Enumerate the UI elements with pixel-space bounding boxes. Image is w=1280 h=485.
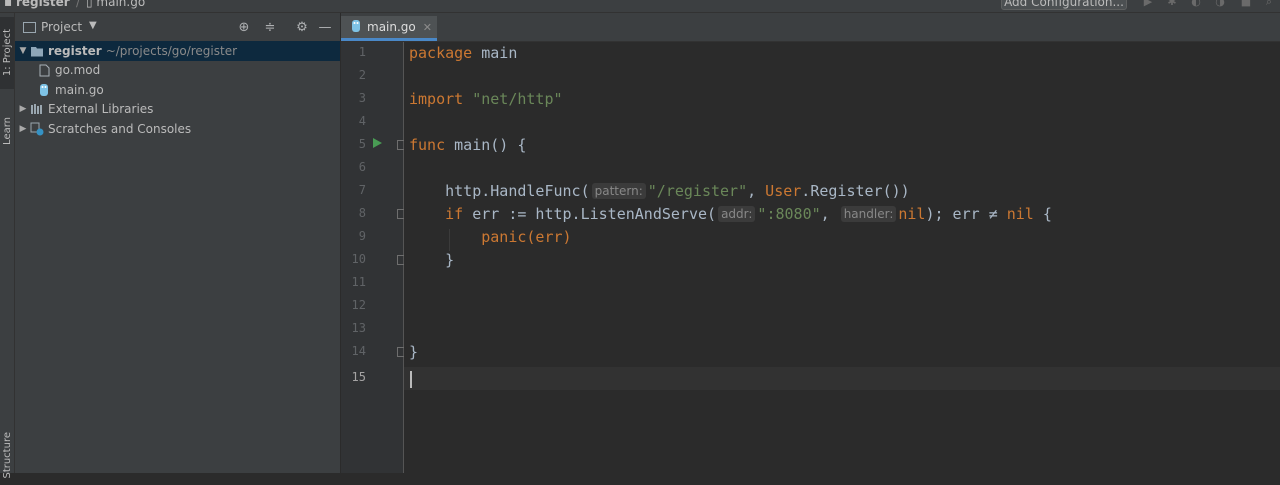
close-icon[interactable]: ✕ (423, 21, 432, 34)
line-number: 4 (358, 114, 366, 128)
tree-item-main-go[interactable]: main.go (15, 80, 340, 100)
navigation-bar: ▪ register / ▯ main.go Add Configuration… (0, 0, 1280, 13)
project-panel-header: Project ▼ ⊕ ≑ ⚙ — (15, 17, 340, 39)
line-number: 15 (351, 370, 366, 384)
gutter-line: 11 (341, 272, 403, 295)
library-icon (30, 102, 44, 116)
gutter-line: 9 (341, 226, 403, 249)
go-file-icon (351, 18, 361, 37)
line-number: 8 (358, 206, 366, 220)
tree-item-label: main.go (55, 82, 104, 97)
tool-tab-project[interactable]: 1: Project (0, 17, 14, 89)
code-line: http.HandleFunc(pattern: "/register", Use… (409, 182, 910, 200)
tree-item-go-mod[interactable]: go.mod (15, 61, 340, 81)
gutter-line: 6 (341, 157, 403, 180)
parameter-hint: addr: (718, 206, 756, 222)
editor-tab-label: main.go (367, 20, 416, 34)
code-line: package main (409, 44, 518, 62)
debug-icon[interactable]: ✱ (1166, 0, 1178, 8)
code-line: } (409, 343, 419, 361)
tree-item-label: go.mod (55, 63, 101, 78)
gutter-line: 12 (341, 295, 403, 318)
line-number: 14 (351, 344, 366, 358)
scratches-icon (30, 122, 44, 136)
breadcrumb-project[interactable]: ▪ register (4, 0, 70, 9)
folder-icon (30, 44, 44, 58)
tree-item-scratches[interactable]: ▶ Scratches and Consoles (15, 119, 340, 139)
tree-item-external-libraries[interactable]: ▶ External Libraries (15, 100, 340, 120)
gutter-line: 13 (341, 318, 403, 341)
code-editor[interactable]: package main import "net/http" func main… (404, 42, 1280, 473)
run-icon[interactable]: ▶ (1142, 0, 1154, 8)
gutter-line: 5 (341, 134, 406, 157)
tool-window-stripe: 1: Project Learn Structure (0, 13, 15, 478)
chevron-down-icon[interactable]: ▼ (16, 46, 30, 56)
gutter-line: 1 (341, 42, 403, 65)
profile-icon[interactable]: ◑ (1214, 0, 1226, 8)
search-everywhere-icon[interactable]: ⌕ (1263, 0, 1275, 8)
code-line: } (409, 251, 455, 269)
line-number: 1 (358, 45, 366, 59)
breadcrumb-file[interactable]: ▯ main.go (86, 0, 145, 9)
line-number: 11 (351, 275, 366, 289)
tree-item-label: register (48, 43, 102, 58)
gutter-line: 3 (341, 88, 403, 111)
chevron-down-icon[interactable]: ▼ (89, 20, 97, 31)
code-line: import "net/http" (409, 90, 563, 108)
gear-icon[interactable]: ⚙ (294, 20, 310, 36)
line-number: 5 (358, 137, 366, 151)
go-file-icon (37, 83, 51, 97)
line-number: 7 (358, 183, 366, 197)
text-caret (410, 371, 412, 388)
tree-item-register[interactable]: ▼ register ~/projects/go/register (15, 41, 340, 61)
gutter-line: 4 (341, 111, 403, 134)
tree-item-path: ~/projects/go/register (105, 43, 238, 58)
gutter-line: 7 (341, 180, 403, 203)
parameter-hint: pattern: (591, 183, 646, 199)
run-gutter-icon[interactable] (373, 138, 382, 148)
file-icon (37, 63, 51, 77)
project-panel: Project ▼ ⊕ ≑ ⚙ — ▼ register ~/projects/… (15, 13, 340, 473)
collapse-all-icon[interactable]: ≑ (262, 20, 278, 36)
project-tree: ▼ register ~/projects/go/register go.mod… (15, 41, 340, 139)
gutter-line: 8 (341, 203, 406, 226)
tree-item-label: Scratches and Consoles (48, 121, 192, 136)
code-line: func main() { (409, 136, 527, 154)
breadcrumb-separator: / (76, 0, 81, 9)
line-number: 3 (358, 91, 366, 105)
tool-tab-learn[interactable]: Learn (0, 105, 14, 157)
tool-tab-structure[interactable]: Structure (0, 425, 14, 485)
coverage-icon[interactable]: ◐ (1190, 0, 1202, 8)
line-number: 12 (351, 298, 366, 312)
add-configuration-button[interactable]: Add Configuration... (1001, 0, 1127, 10)
chevron-right-icon[interactable]: ▶ (16, 124, 30, 134)
code-line: panic(err) (409, 228, 572, 246)
hide-panel-icon[interactable]: — (317, 20, 333, 36)
chevron-right-icon[interactable]: ▶ (16, 104, 30, 114)
line-number: 9 (358, 229, 366, 243)
line-number: 13 (351, 321, 366, 335)
locate-file-icon[interactable]: ⊕ (236, 20, 252, 36)
line-number: 2 (358, 68, 366, 82)
gutter-line: 14 (341, 341, 406, 364)
parameter-hint: handler: (840, 206, 897, 222)
project-view-icon (23, 22, 36, 33)
editor-gutter: 1 2 3 4 5 6 7 8 9 10 11 12 13 14 15 (341, 42, 406, 473)
current-line-highlight (404, 367, 1280, 390)
gutter-line: 2 (341, 65, 403, 88)
gutter-line: 10 (341, 249, 406, 272)
stop-icon[interactable]: ■ (1240, 0, 1252, 8)
project-view-selector[interactable]: Project (41, 20, 82, 34)
line-number: 6 (358, 160, 366, 174)
gutter-line-current: 15 (341, 367, 403, 390)
line-number: 10 (351, 252, 366, 266)
tree-item-label: External Libraries (48, 102, 154, 117)
editor-tab-main-go[interactable]: main.go ✕ (341, 16, 437, 41)
editor-tab-bar: main.go ✕ (341, 13, 1280, 42)
code-line: if err := http.ListenAndServe(addr: ":808… (409, 205, 1052, 223)
